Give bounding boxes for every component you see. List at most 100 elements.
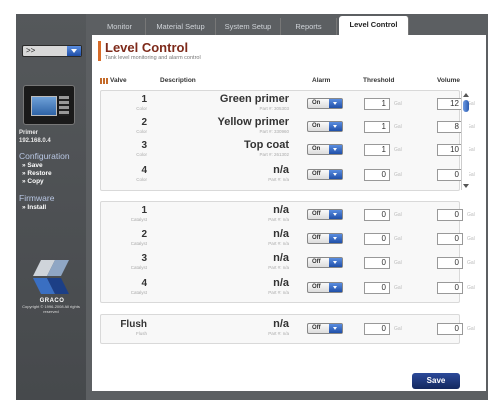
scroll-up-icon[interactable]: [463, 93, 469, 97]
tab-monitor[interactable]: Monitor: [94, 18, 146, 35]
column-header-alarm: Alarm: [312, 77, 331, 84]
chevron-down-icon[interactable]: [329, 210, 342, 219]
material-description: Top coat: [243, 139, 289, 151]
table-row: 2 Color Yellow primer Part #: 330960 On 1 Gal 8…: [101, 116, 475, 138]
valve-number: 4: [141, 278, 147, 289]
chevron-down-icon[interactable]: [329, 283, 342, 292]
chevron-down-icon[interactable]: [329, 145, 342, 154]
threshold-input[interactable]: 0: [364, 323, 390, 335]
device-keypad-icon: [59, 96, 69, 116]
valve-type: Catalyst: [130, 265, 147, 270]
threshold-unit: Gal: [394, 326, 402, 332]
alarm-select[interactable]: Off: [307, 257, 343, 268]
chevron-down-icon[interactable]: [329, 122, 342, 131]
valve-number: Flush: [120, 319, 147, 330]
main-panel: Level Control Tank level monitoring and …: [92, 35, 486, 391]
tab-system-setup[interactable]: System Setup: [216, 18, 281, 35]
chevron-down-icon[interactable]: [329, 99, 342, 108]
alarm-value: On: [312, 123, 321, 129]
device-ip: 192.168.0.4: [19, 138, 51, 144]
valve-number: 3: [141, 253, 147, 264]
threshold-input[interactable]: 0: [364, 257, 390, 269]
tab-material-setup[interactable]: Material Setup: [146, 18, 216, 35]
alarm-select[interactable]: On: [307, 144, 343, 155]
table-row: Flush Flush n/a Part #: n/a Off 0 Gal 0 Gal: [101, 318, 474, 340]
valve-number: 4: [141, 165, 147, 176]
alarm-value: On: [312, 146, 321, 152]
material-description: n/a: [273, 252, 289, 264]
threshold-input[interactable]: 0: [364, 282, 390, 294]
valve-number: 2: [141, 229, 147, 240]
alarm-select[interactable]: Off: [307, 233, 343, 244]
scrollbar[interactable]: [461, 91, 469, 190]
volume-input[interactable]: 10: [437, 144, 463, 156]
volume-unit: Gal: [467, 236, 475, 242]
volume-input[interactable]: 0: [437, 257, 463, 269]
part-number: Part #: n/a: [268, 217, 289, 222]
alarm-select[interactable]: Off: [307, 209, 343, 220]
table-row: 3 Color Top coat Part #: 261302 On 1 Gal 10 Gal: [101, 139, 475, 161]
alarm-value: Off: [312, 211, 321, 217]
scroll-thumb[interactable]: [463, 100, 469, 112]
save-button[interactable]: Save: [412, 373, 460, 389]
threshold-input[interactable]: 1: [364, 121, 390, 133]
chevron-down-icon[interactable]: [329, 258, 342, 267]
alarm-select[interactable]: Off: [307, 323, 343, 334]
threshold-unit: Gal: [394, 236, 402, 242]
device-select[interactable]: >>: [22, 45, 82, 57]
alarm-select[interactable]: Off: [307, 169, 343, 180]
bottom-strip: [92, 391, 486, 400]
volume-input[interactable]: 0: [437, 209, 463, 221]
copy-config-link[interactable]: » Copy: [22, 178, 44, 186]
volume-input[interactable]: 0: [437, 323, 463, 335]
volume-unit: Gal: [467, 326, 475, 332]
part-number: Part #: n/a: [268, 290, 289, 295]
chevron-down-icon[interactable]: [329, 170, 342, 179]
volume-input[interactable]: 0: [437, 282, 463, 294]
material-description: n/a: [273, 204, 289, 216]
app-frame: >> Primer 192.168.0.4 Configuration » Sa…: [16, 14, 488, 400]
threshold-input[interactable]: 0: [364, 209, 390, 221]
scroll-down-icon[interactable]: [463, 184, 469, 188]
valve-type: Color: [136, 129, 147, 134]
material-description: Yellow primer: [217, 116, 289, 128]
catalyst-valves-group: 1 Catalyst n/a Part #: n/a Off 0 Gal 0 Gal 2 Catal…: [100, 201, 475, 303]
save-config-link[interactable]: » Save: [22, 162, 43, 170]
column-header-volume: Volume: [437, 77, 460, 84]
valve-number: 2: [141, 117, 147, 128]
threshold-input[interactable]: 0: [364, 169, 390, 181]
page-title: Level Control: [105, 40, 189, 55]
valve-type: Color: [136, 152, 147, 157]
alarm-select[interactable]: On: [307, 98, 343, 109]
volume-input[interactable]: 12: [437, 98, 463, 110]
alarm-value: Off: [312, 235, 321, 241]
color-valves-group: 1 Color Green primer Part #: 305303 On 1 Gal 12…: [100, 90, 475, 191]
volume-input[interactable]: 0: [437, 233, 463, 245]
tab-reports[interactable]: Reports: [281, 18, 337, 35]
threshold-input[interactable]: 1: [364, 144, 390, 156]
chevron-down-icon[interactable]: [67, 46, 81, 56]
flush-valve-group: Flush Flush n/a Part #: n/a Off 0 Gal 0 Gal: [100, 314, 475, 344]
sidebar: >> Primer 192.168.0.4 Configuration » Sa…: [16, 14, 86, 400]
threshold-input[interactable]: 0: [364, 233, 390, 245]
tab-level-control[interactable]: Level Control: [339, 16, 409, 35]
device-select-value: >>: [26, 46, 36, 55]
chevron-down-icon[interactable]: [329, 234, 342, 243]
threshold-input[interactable]: 1: [364, 98, 390, 110]
graco-logo-icon: [33, 260, 69, 294]
device-screen-icon: [31, 96, 57, 116]
volume-input[interactable]: 8: [437, 121, 463, 133]
restore-config-link[interactable]: » Restore: [22, 170, 52, 178]
alarm-select[interactable]: On: [307, 121, 343, 132]
part-number: Part #: n/a: [268, 177, 289, 182]
material-description: n/a: [273, 228, 289, 240]
valve-type: Flush: [135, 331, 147, 336]
table-row: 4 Catalyst n/a Part #: n/a Off 0 Gal 0 Gal: [101, 277, 475, 299]
alarm-select[interactable]: Off: [307, 282, 343, 293]
device-thumbnail[interactable]: [23, 85, 75, 125]
install-firmware-link[interactable]: » Install: [22, 204, 46, 212]
title-accent-bar: [98, 41, 101, 61]
table-row: 1 Catalyst n/a Part #: n/a Off 0 Gal 0 Gal: [101, 204, 475, 226]
chevron-down-icon[interactable]: [329, 324, 342, 333]
volume-input[interactable]: 0: [437, 169, 463, 181]
